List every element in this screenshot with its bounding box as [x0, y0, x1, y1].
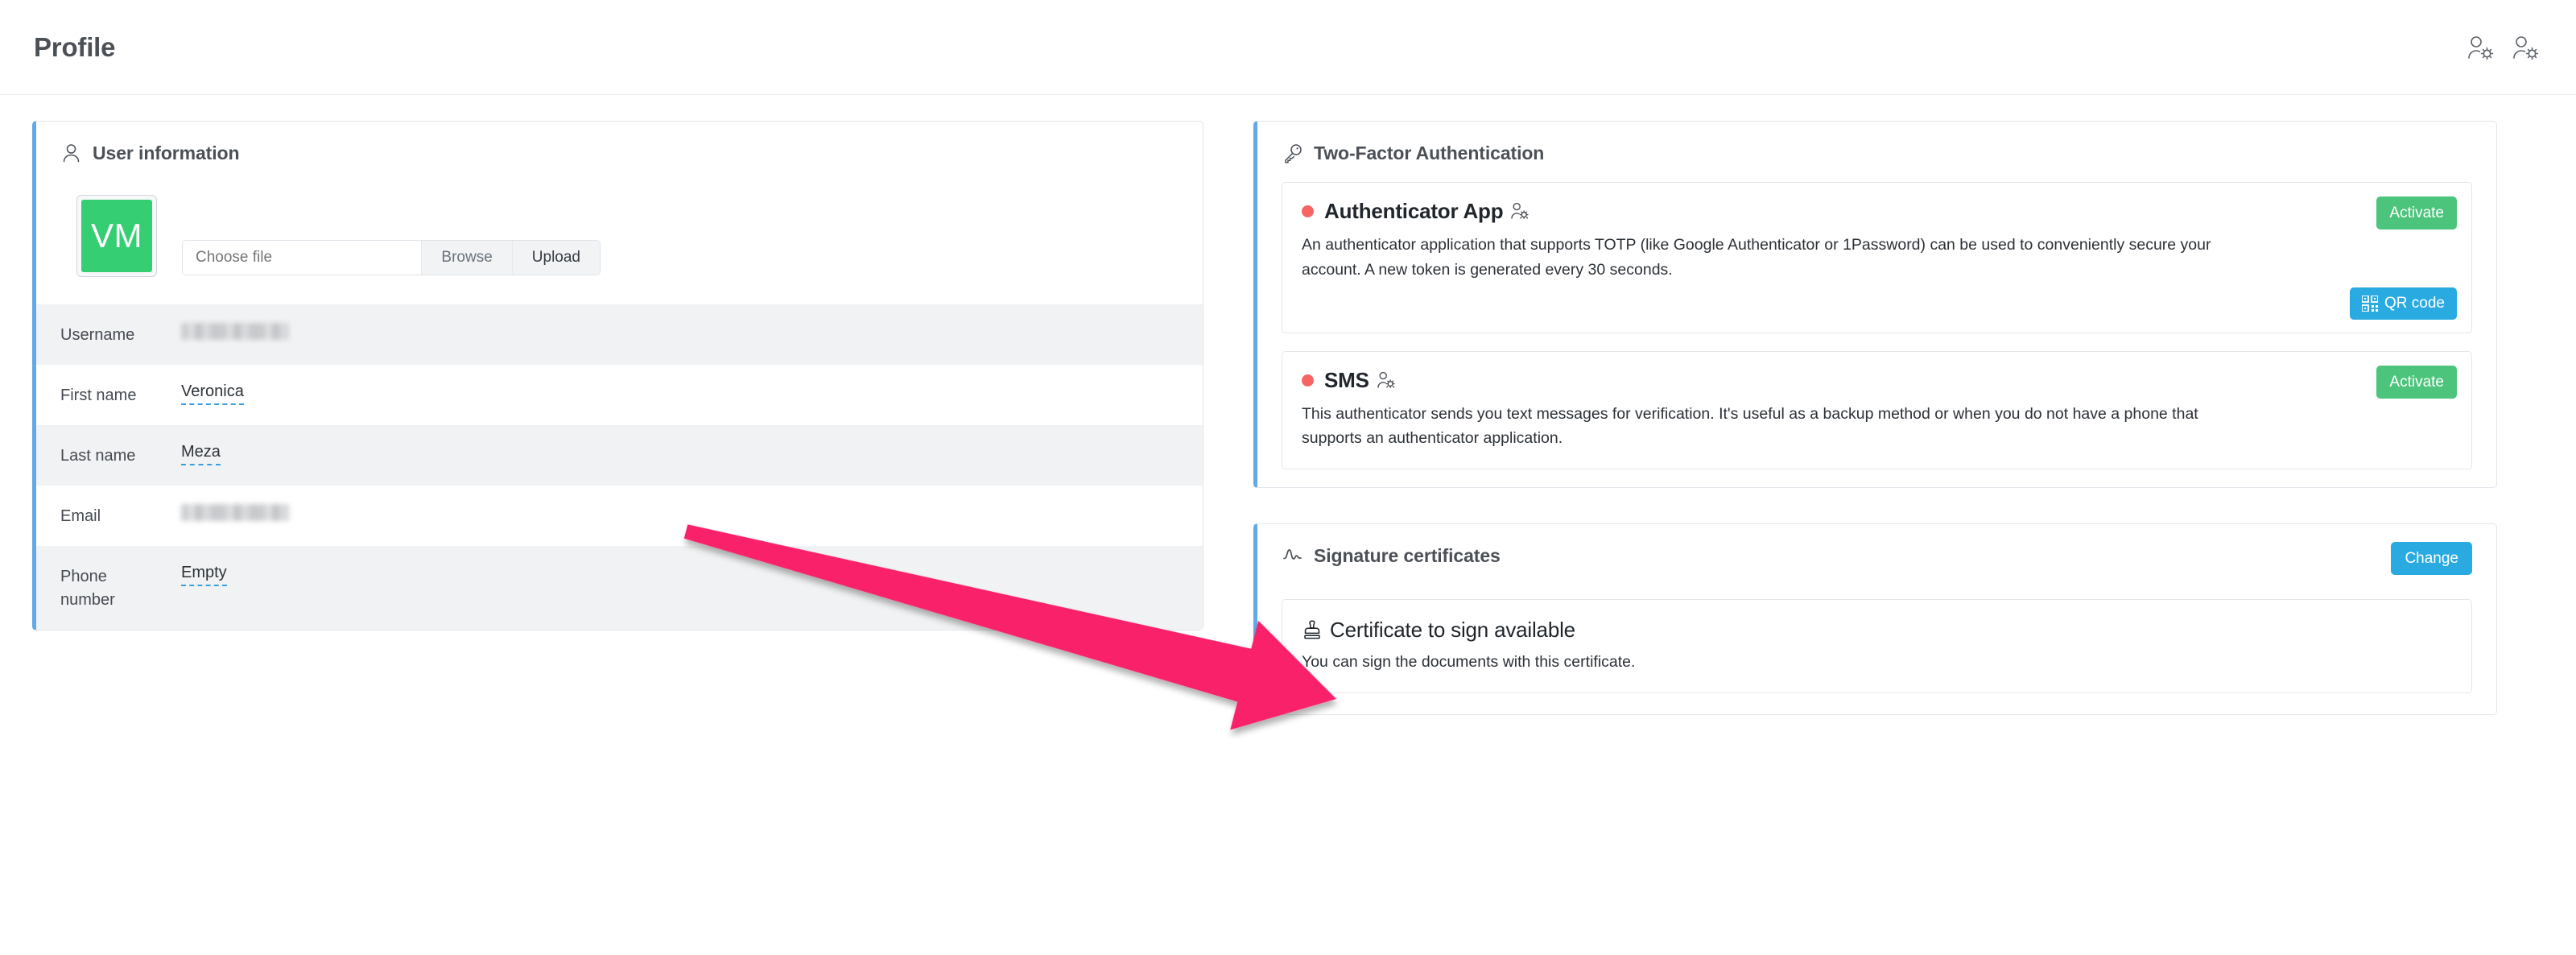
two-factor-title-label: Two-Factor Authentication: [1314, 143, 1545, 163]
page-title: Profile: [34, 31, 116, 62]
user-info-row: Last name Meza: [36, 425, 1203, 486]
signature-icon: [1282, 545, 1303, 567]
user-info-row: Phone number Empty: [36, 546, 1203, 630]
top-bar: Profile: [0, 0, 2576, 95]
change-certificate-button[interactable]: Change: [2391, 542, 2472, 576]
user-information-title-label: User information: [93, 143, 240, 163]
page-body: User information VM Browse Upload Userna…: [0, 95, 2576, 955]
signature-certificates-title: Signature certificates: [1282, 545, 1501, 567]
user-information-table: Username First name Veronica Last name Meza E…: [36, 304, 1203, 630]
file-upload-group: Browse Upload: [182, 240, 601, 275]
method-name: SMS: [1324, 367, 1369, 392]
activate-button[interactable]: Activate: [2376, 196, 2457, 229]
editable-value[interactable]: Veronica: [181, 382, 244, 405]
qr-code-label: QR code: [2384, 295, 2445, 312]
user-info-label: Phone number: [60, 568, 115, 609]
two-factor-methods-list: Authenticator App An authenticator appli…: [1282, 182, 2472, 470]
browse-button[interactable]: Browse: [421, 241, 512, 275]
stamp-icon: [1302, 620, 1323, 641]
user-info-row: Email: [36, 486, 1203, 546]
method-name: Authenticator App: [1324, 199, 1504, 223]
user-info-value[interactable]: Veronica: [181, 382, 244, 405]
editable-value[interactable]: Meza: [181, 443, 221, 465]
user-gear-icon[interactable]: [1509, 201, 1530, 221]
certificate-title: Certificate to sign available: [1302, 618, 2452, 643]
avatar: VM: [81, 200, 152, 272]
redacted-value: [181, 504, 289, 522]
two-factor-authentication-card: Two-Factor Authentication Authenticator …: [1253, 121, 2497, 489]
qr-code-icon: [2361, 294, 2379, 312]
top-bar-actions: [2465, 34, 2541, 61]
redacted-value: [181, 323, 289, 341]
certificate-description: You can sign the documents with this cer…: [1302, 653, 1636, 672]
status-indicator-dot: [1302, 374, 1314, 387]
right-column: Two-Factor Authentication Authenticator …: [1253, 121, 2497, 955]
two-factor-title: Two-Factor Authentication: [1282, 143, 2472, 164]
editable-value[interactable]: Empty: [181, 564, 227, 586]
method-header: Authenticator App: [1302, 199, 2452, 224]
avatar-frame: VM: [76, 195, 157, 277]
qr-code-button[interactable]: QR code: [2350, 287, 2457, 320]
user-info-row: First name Veronica: [36, 365, 1203, 425]
method-header: SMS: [1302, 368, 2452, 393]
status-indicator-dot: [1302, 205, 1314, 217]
activate-button[interactable]: Activate: [2376, 365, 2457, 399]
two-factor-method: SMS This authenticator sends you text me…: [1282, 350, 2472, 470]
user-info-value[interactable]: [181, 322, 289, 341]
certificate-title-label: Certificate to sign available: [1330, 618, 1575, 643]
user-info-value[interactable]: Empty: [181, 564, 227, 586]
user-info-value[interactable]: Meza: [181, 443, 221, 465]
method-description: An authenticator application that suppor…: [1302, 236, 2211, 279]
user-info-label: First name: [60, 387, 137, 404]
user-info-row: Username: [36, 304, 1203, 365]
two-factor-method: Authenticator App An authenticator appli…: [1282, 182, 2472, 333]
user-info-value[interactable]: [181, 503, 289, 522]
upload-button[interactable]: Upload: [511, 241, 600, 275]
method-description: This authenticator sends you text messag…: [1302, 404, 2198, 448]
user-gear-icon[interactable]: [2465, 34, 2496, 61]
certificate-box: Certificate to sign available You can si…: [1282, 599, 2472, 694]
signature-certificates-title-label: Signature certificates: [1314, 545, 1501, 567]
user-info-label: Email: [60, 507, 101, 525]
user-info-label: Username: [60, 326, 135, 344]
signature-certificates-header: Signature certificates Change: [1282, 542, 2472, 578]
left-column: User information VM Browse Upload Userna…: [32, 121, 1203, 955]
user-information-title: User information: [60, 143, 1179, 164]
key-icon: [1282, 143, 1303, 164]
user-gear-icon[interactable]: [2510, 34, 2541, 61]
user-icon: [60, 143, 82, 164]
user-information-card: User information VM Browse Upload Userna…: [32, 121, 1203, 630]
user-gear-icon[interactable]: [1376, 370, 1396, 391]
file-name-input[interactable]: [183, 241, 422, 275]
avatar-upload-row: VM Browse Upload: [60, 195, 1179, 277]
user-info-label: Last name: [60, 447, 136, 465]
signature-certificates-card: Signature certificates Change Certificat…: [1253, 523, 2497, 716]
